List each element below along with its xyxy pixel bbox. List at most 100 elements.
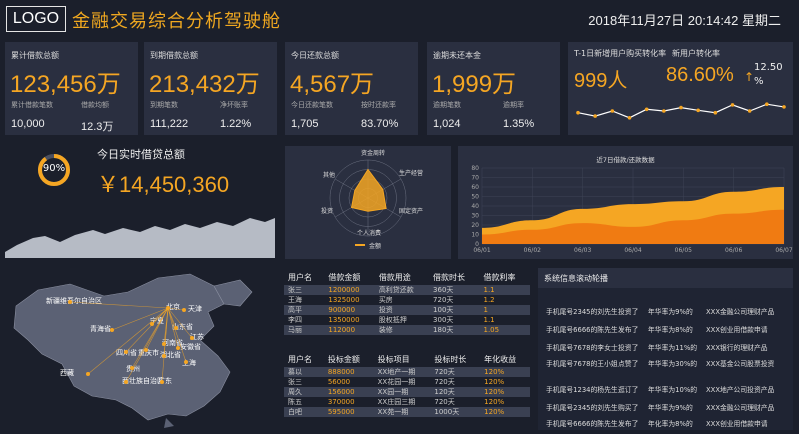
kpi-sub-label: 今日还款笔数 xyxy=(291,101,333,109)
table-cell: 888000 xyxy=(323,367,374,377)
table-cell: 张三 xyxy=(288,378,302,386)
table-cell: 112000 xyxy=(324,325,375,335)
table-row[interactable]: 李四 1350000 股权抵押 300天 1.1 xyxy=(284,315,530,325)
map-dot xyxy=(68,300,72,304)
kpi-card-due-loans: 到期借款总额 213,432万 到期笔数 111,222 净坏账率 1.22% xyxy=(144,42,277,135)
table-cell: XX花园一期 xyxy=(377,378,416,386)
conversion-rate-label: 新用户转化率 xyxy=(672,49,720,58)
kpi-label: 到期借款总额 xyxy=(150,51,198,60)
page-title: 金融交易综合分析驾驶舱 xyxy=(72,11,281,32)
x-tick-label: 06/01 xyxy=(473,247,490,254)
x-tick-label: 06/06 xyxy=(725,247,742,254)
table-header: 借款金额 xyxy=(328,273,361,282)
y-tick-label: 20 xyxy=(471,222,479,229)
radar-panel: 资金周转 生产经营 固定资产 个人消费 投资 其他 金额 xyxy=(285,146,451,259)
table-cell: XX庄园三期 xyxy=(377,398,416,406)
map-dot xyxy=(190,336,194,340)
table-cell: 1.2 xyxy=(483,296,495,304)
map-dot xyxy=(86,372,90,376)
kpi-sub-value: 1.35% xyxy=(503,118,535,130)
table-row[interactable]: 陈五 370000 XX庄园三期 720天 120% xyxy=(284,397,530,407)
table-cell: 1200000 xyxy=(324,285,375,295)
new-users-value: 999人 xyxy=(574,70,628,92)
table-cell: 100天 xyxy=(429,305,480,315)
table-cell: 投资 xyxy=(374,305,430,315)
kpi-label: 逾期未还本金 xyxy=(433,51,481,60)
table-row[interactable]: 马丽 112000 装修 180天 1.05 xyxy=(284,325,530,335)
kpi-value: 1,999万 xyxy=(432,71,517,98)
x-tick-label: 06/05 xyxy=(675,247,692,254)
table-cell: 王海 xyxy=(288,296,302,304)
table-header: 投标项目 xyxy=(377,355,410,364)
table-row[interactable]: 张三 56000 XX花园一期 720天 120% xyxy=(284,377,530,387)
table-cell: 1.1 xyxy=(483,316,495,324)
table-cell: 720天 xyxy=(434,378,455,386)
table-cell: 120% xyxy=(484,378,505,386)
area-chart: 0102030405060708006/01 06/02 06/03 06/04 06/… xyxy=(471,165,792,254)
radar-legend-label: 金额 xyxy=(369,243,382,250)
x-tick-label: 06/07 xyxy=(775,247,792,254)
trend-point xyxy=(627,116,632,120)
map-route xyxy=(87,307,169,375)
table-row[interactable]: 王海 1325000 买房 720天 1.2 xyxy=(284,295,530,305)
conversion-trend-chart xyxy=(576,102,786,120)
table-cell: 1 xyxy=(479,305,530,315)
table-row[interactable]: 高平 900000 投资 100天 1 xyxy=(284,305,530,315)
table-cell: 120% xyxy=(480,367,530,377)
kpi-label: 今日还款总额 xyxy=(291,51,339,60)
map-route xyxy=(111,307,169,331)
table-cell: 595000 xyxy=(323,407,374,417)
map-route xyxy=(167,307,185,311)
y-tick-label: 60 xyxy=(471,184,479,191)
table-cell: XX园一期 xyxy=(373,387,431,397)
table-cell: 白吧 xyxy=(284,407,324,417)
table-cell: 1000天 xyxy=(430,407,481,417)
table-cell: XX地产一期 xyxy=(373,367,431,377)
table-cell: 1350000 xyxy=(328,316,360,324)
trend-point xyxy=(747,109,752,113)
legend-swatch xyxy=(355,244,365,246)
table-cell: 180天 xyxy=(429,325,480,335)
map-dot xyxy=(184,360,188,364)
kpi-sub-label: 逾期率 xyxy=(503,101,524,109)
radar-axis-label: 其他 xyxy=(323,172,336,179)
kpi-sub-value: 1.22% xyxy=(220,118,252,130)
table-row[interactable]: 张三 1200000 高利贷还款 360天 1.1 xyxy=(284,285,530,295)
map-route xyxy=(69,301,169,309)
table-cell: 1325000 xyxy=(328,296,360,304)
radar-axis-label: 个人消费 xyxy=(357,230,382,237)
trend-point xyxy=(765,102,769,106)
table-cell: 陈五 xyxy=(288,398,302,406)
kpi-card-overdue: 逾期未还本金 1,999万 逾期笔数 1,024 逾期率 1.35% xyxy=(427,42,560,135)
table-cell: 李四 xyxy=(288,316,302,324)
map-markers xyxy=(68,300,194,384)
table-header: 借款利率 xyxy=(483,273,516,282)
y-tick-label: 80 xyxy=(471,165,479,172)
kpi-sub-value: 12.3万 xyxy=(81,121,114,133)
table-cell: 马丽 xyxy=(284,325,325,335)
y-tick-label: 50 xyxy=(471,194,479,201)
table-header: 投标金额 xyxy=(327,355,360,364)
radar-axis-label: 投资 xyxy=(321,208,334,215)
kpi-value: 4,567万 xyxy=(290,71,375,98)
x-tick-label: 06/04 xyxy=(624,247,641,254)
kpi-sub-label: 按时还款率 xyxy=(361,101,396,109)
x-tick-label: 06/03 xyxy=(574,247,591,254)
table-cell: 720天 xyxy=(430,367,481,377)
table-row[interactable]: 周久 156000 XX园一期 120天 120% xyxy=(284,387,530,397)
table-row[interactable]: 慕以 888000 XX地产一期 720天 120% xyxy=(284,367,530,377)
map-dot xyxy=(176,346,180,350)
loan-table: 用户名 借款金额 借款用途 借款时长 借款利率 张三 1200000 高利贷还款 36… xyxy=(284,270,530,335)
trend-point xyxy=(679,105,683,110)
table-cell: 720天 xyxy=(434,398,455,406)
table-row[interactable]: 白吧 595000 XX苑一期 1000天 120% xyxy=(284,407,530,417)
table-cell: 900000 xyxy=(324,305,375,315)
kpi-card-today-repay: 今日还款总额 4,567万 今日还款笔数 1,705 按时还款率 83.70% xyxy=(285,42,418,135)
progress-label: 90% xyxy=(42,163,66,174)
conversion-rate-value: 86.60% xyxy=(666,64,734,86)
realtime-value: ￥14,450,360 xyxy=(97,172,230,197)
y-tick-label: 40 xyxy=(471,203,479,210)
system-feed: 系统信息滚动轮播 手机尾号2345的刘先生投资了 年华率为9%的 XXX金融公司理财… xyxy=(538,268,793,430)
trend-point xyxy=(782,105,786,109)
map-dot xyxy=(182,308,186,312)
